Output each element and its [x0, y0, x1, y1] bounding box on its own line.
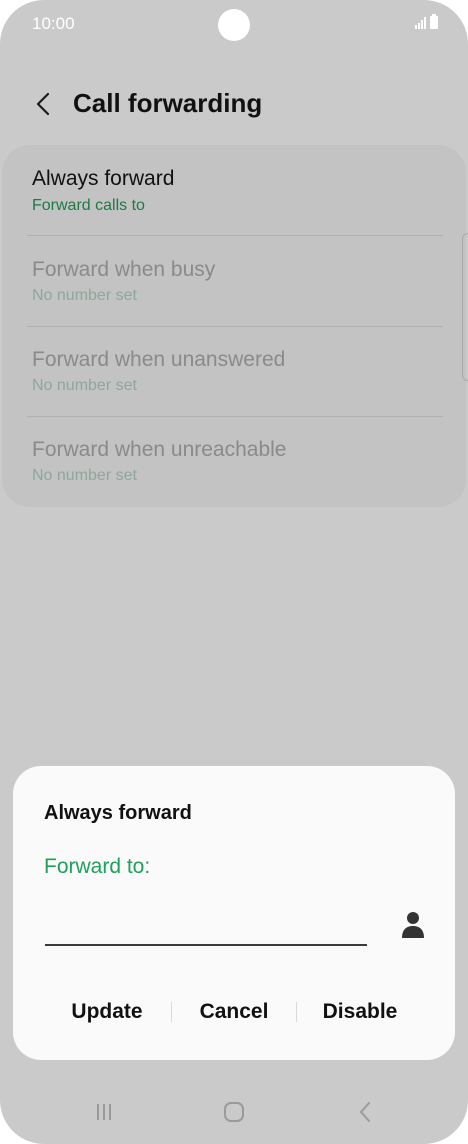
navigation-bar: [0, 1080, 468, 1144]
app-header: Call forwarding: [0, 78, 468, 130]
setting-title: Forward when unanswered: [32, 348, 286, 371]
status-icons: [415, 14, 438, 29]
dialog-title: Always forward: [44, 802, 192, 824]
update-button[interactable]: Update: [45, 992, 169, 1032]
setting-subtitle: No number set: [32, 287, 137, 304]
disable-button[interactable]: Disable: [299, 992, 421, 1032]
forward-to-label: Forward to:: [44, 855, 151, 878]
always-forward-dialog: Always forward Forward to: Update Cancel…: [13, 766, 455, 1060]
setting-title: Always forward: [32, 167, 175, 190]
chevron-left-icon: [36, 92, 50, 116]
setting-forward-when-busy[interactable]: Forward when busy No number set: [2, 236, 466, 326]
home-button[interactable]: [214, 1096, 254, 1128]
dialog-actions: Update Cancel Disable: [13, 992, 455, 1032]
cancel-button[interactable]: Cancel: [173, 992, 295, 1032]
scroll-handle[interactable]: [462, 233, 468, 381]
home-icon: [224, 1102, 244, 1122]
setting-subtitle: Forward calls to: [32, 197, 145, 214]
contacts-button[interactable]: [397, 908, 429, 942]
person-icon: [402, 912, 424, 938]
status-bar: 10:00: [0, 0, 468, 50]
setting-title: Forward when busy: [32, 258, 216, 281]
page-title: Call forwarding: [73, 88, 263, 118]
forward-number-input[interactable]: [45, 910, 367, 946]
setting-always-forward[interactable]: Always forward Forward calls to: [2, 145, 466, 235]
nav-back-button[interactable]: [346, 1096, 386, 1128]
front-camera: [218, 9, 250, 41]
status-time: 10:00: [32, 14, 75, 33]
setting-forward-when-unreachable[interactable]: Forward when unreachable No number set: [2, 417, 466, 507]
phone-screen: 10:00 Call forwarding Always forward For…: [0, 0, 468, 1144]
setting-forward-when-unanswered[interactable]: Forward when unanswered No number set: [2, 327, 466, 417]
back-button[interactable]: [26, 86, 62, 122]
battery-icon: [430, 14, 438, 29]
action-separator: [171, 1002, 172, 1022]
back-icon: [360, 1102, 370, 1122]
recents-icon: [97, 1104, 111, 1120]
setting-subtitle: No number set: [32, 377, 137, 394]
setting-subtitle: No number set: [32, 467, 137, 484]
forwarding-options-list: Always forward Forward calls to Forward …: [2, 145, 466, 507]
setting-title: Forward when unreachable: [32, 438, 287, 461]
recents-button[interactable]: [84, 1096, 124, 1128]
action-separator: [296, 1002, 297, 1022]
signal-icon: [415, 17, 426, 29]
